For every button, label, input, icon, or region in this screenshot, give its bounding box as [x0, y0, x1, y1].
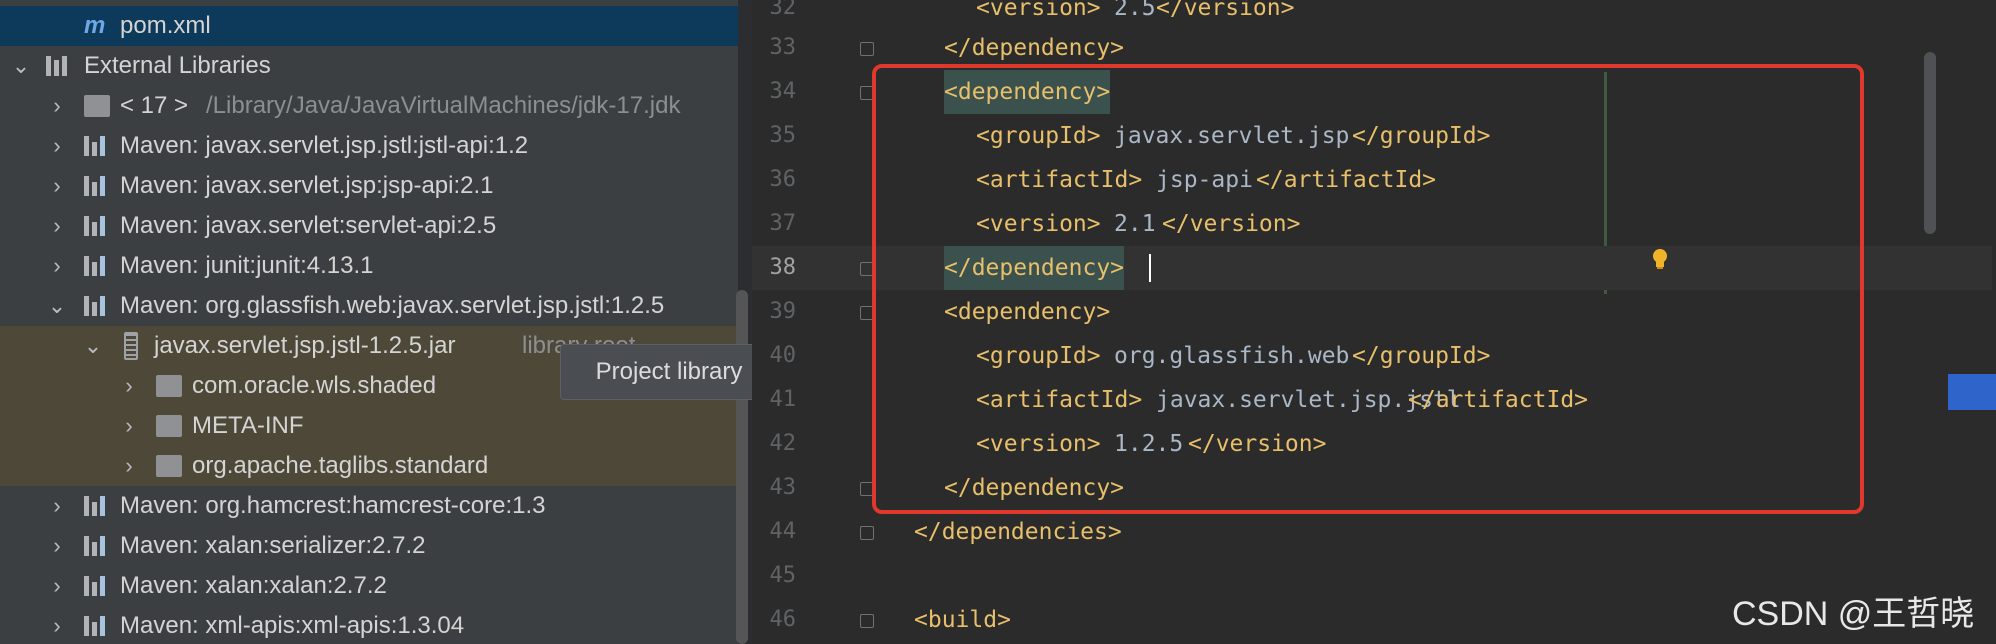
- tree-item-jdk[interactable]: › < 17 > /Library/Java/JavaVirtualMachin…: [0, 86, 738, 126]
- chevron-right-icon[interactable]: ›: [46, 86, 68, 126]
- fold-marker[interactable]: [860, 614, 874, 628]
- tree-item-label: External Libraries: [84, 52, 271, 79]
- line-number: 41: [769, 387, 797, 412]
- chevron-right-icon[interactable]: ›: [46, 606, 68, 644]
- tree-item-label: Maven: xalan:serializer:2.7.2: [120, 532, 426, 559]
- tree-item-label: javax.servlet.jsp.jstl-1.2.5.jar: [154, 332, 456, 359]
- chevron-down-icon[interactable]: ⌄: [10, 46, 32, 86]
- xml-tag: </dependencies>: [914, 519, 1122, 545]
- tree-item-maven-library[interactable]: › Maven: javax.servlet.jsp:jsp-api:2.1: [0, 166, 738, 206]
- line-number: 35: [769, 123, 797, 148]
- watermark: CSDN @王哲晓: [1732, 595, 1975, 633]
- line-number: 42: [769, 431, 797, 456]
- line-number: 43: [769, 475, 797, 500]
- line-number: 36: [769, 167, 797, 192]
- chevron-right-icon[interactable]: ›: [46, 246, 68, 286]
- jar-icon: [124, 332, 138, 360]
- tree-item-label: Maven: javax.servlet:servlet-api:2.5: [120, 212, 497, 239]
- tree-item-maven-library[interactable]: › Maven: org.hamcrest:hamcrest-core:1.3: [0, 486, 738, 526]
- tree-item-label: Maven: junit:junit:4.13.1: [120, 252, 374, 279]
- code-line[interactable]: 44 </dependencies>: [752, 510, 1992, 554]
- chevron-right-icon[interactable]: ›: [46, 126, 68, 166]
- maven-m-icon: m: [84, 12, 106, 39]
- tree-item-label: pom.xml: [120, 12, 211, 39]
- line-number: 40: [769, 343, 797, 368]
- tree-item-label: org.apache.taglibs.standard: [192, 452, 489, 479]
- tree-item-pom-xml[interactable]: m pom.xml: [0, 6, 738, 46]
- highlight-box: [872, 64, 1864, 514]
- line-number: 45: [769, 563, 797, 588]
- chevron-right-icon[interactable]: ›: [118, 446, 140, 486]
- maven-library-icon: [84, 216, 112, 236]
- folder-icon: [156, 415, 182, 437]
- tree-item-maven-library[interactable]: ⌄ Maven: org.glassfish.web:javax.servlet…: [0, 286, 738, 326]
- tree-item-maven-library[interactable]: › Maven: javax.servlet:servlet-api:2.5: [0, 206, 738, 246]
- xml-tag: <build>: [914, 607, 1011, 633]
- tree-item-label: Maven: javax.servlet.jsp:jsp-api:2.1: [120, 172, 494, 199]
- chevron-right-icon[interactable]: ›: [46, 206, 68, 246]
- fold-marker[interactable]: [860, 526, 874, 540]
- maven-library-icon: [84, 496, 112, 516]
- tree-item-label: Maven: javax.servlet.jsp.jstl:jstl-api:1…: [120, 132, 529, 159]
- tree-item-folder[interactable]: › META-INF: [0, 406, 738, 446]
- tree-item-label: META-INF: [192, 412, 304, 439]
- line-number: 37: [769, 211, 797, 236]
- maven-library-icon: [84, 296, 112, 316]
- tooltip: Project library: [560, 344, 778, 400]
- chevron-right-icon[interactable]: ›: [46, 166, 68, 206]
- fold-marker[interactable]: [860, 42, 874, 56]
- chevron-right-icon[interactable]: ›: [46, 566, 68, 606]
- tree-item-maven-library[interactable]: › Maven: xalan:xalan:2.7.2: [0, 566, 738, 606]
- tree-item-label: Maven: xml-apis:xml-apis:1.3.04: [120, 612, 465, 639]
- chevron-right-icon[interactable]: ›: [46, 486, 68, 526]
- tree-item-external-libraries[interactable]: ⌄ External Libraries: [0, 46, 738, 86]
- side-panel-indicator: [1948, 374, 1996, 410]
- tree-item-label: Maven: org.hamcrest:hamcrest-core:1.3: [120, 492, 546, 519]
- chevron-right-icon[interactable]: ›: [118, 366, 140, 406]
- tree-item-maven-library[interactable]: › Maven: javax.servlet.jsp.jstl:jstl-api…: [0, 126, 738, 166]
- maven-library-icon: [84, 136, 112, 156]
- line-number: 33: [769, 35, 797, 60]
- line-number: 34: [769, 79, 797, 104]
- package-folder-icon: [156, 375, 182, 397]
- project-tree-panel: m pom.xml ⌄ External Libraries › < 17 > …: [0, 0, 738, 644]
- jdk-folder-icon: [84, 95, 110, 117]
- line-number: 39: [769, 299, 797, 324]
- chevron-right-icon[interactable]: ›: [118, 406, 140, 446]
- tree-item-label: Maven: org.glassfish.web:javax.servlet.j…: [120, 292, 665, 319]
- maven-library-icon: [84, 576, 112, 596]
- maven-library-icon: [84, 256, 112, 276]
- tree-item-package[interactable]: › org.apache.taglibs.standard: [0, 446, 738, 486]
- tree-item-path: /Library/Java/JavaVirtualMachines/jdk-17…: [206, 92, 681, 119]
- maven-library-icon: [84, 536, 112, 556]
- tree-item-label: < 17 >: [120, 92, 189, 119]
- tree-item-maven-library[interactable]: › Maven: junit:junit:4.13.1: [0, 246, 738, 286]
- maven-library-icon: [84, 176, 112, 196]
- tree-item-maven-library[interactable]: › Maven: xalan:serializer:2.7.2: [0, 526, 738, 566]
- libraries-icon: [46, 56, 74, 76]
- chevron-right-icon[interactable]: ›: [46, 526, 68, 566]
- tree-item-label: Maven: xalan:xalan:2.7.2: [120, 572, 387, 599]
- line-number: 44: [769, 519, 797, 544]
- maven-library-icon: [84, 616, 112, 636]
- line-number: 38: [769, 255, 797, 280]
- line-number: 46: [769, 607, 797, 632]
- tree-item-maven-library[interactable]: › Maven: xml-apis:xml-apis:1.3.04: [0, 606, 738, 644]
- editor-scrollbar[interactable]: [1924, 52, 1936, 234]
- chevron-down-icon[interactable]: ⌄: [82, 326, 104, 366]
- package-folder-icon: [156, 455, 182, 477]
- chevron-down-icon[interactable]: ⌄: [46, 286, 68, 326]
- tree-item-label: com.oracle.wls.shaded: [192, 372, 437, 399]
